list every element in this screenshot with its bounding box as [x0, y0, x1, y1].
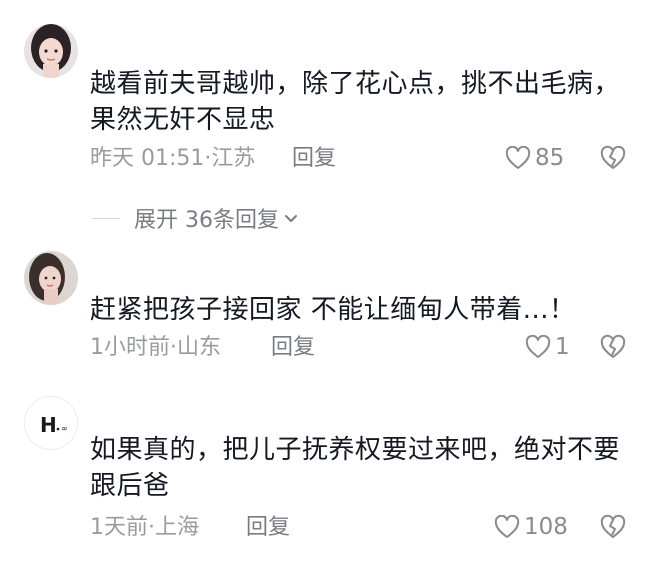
divider: [92, 217, 120, 219]
expand-replies-label: 展开 36条回复: [134, 208, 279, 233]
comment-meta: 1天前·上海: [90, 515, 199, 540]
heart-outline-icon: [494, 515, 520, 538]
dislike-button[interactable]: [600, 145, 626, 171]
heart-outline-icon: [505, 146, 531, 169]
comment-text: 越看前夫哥越帅，除了花心点，挑不出毛病，果然无奸不显忠: [90, 69, 621, 135]
broken-heart-outline-icon: [600, 145, 626, 169]
like-button[interactable]: 108: [494, 513, 568, 541]
avatar[interactable]: [24, 251, 78, 305]
like-button[interactable]: 1: [525, 333, 570, 361]
chevron-down-icon: [285, 215, 297, 222]
like-count: 1: [555, 334, 570, 360]
comment-text: 如果真的，把儿子抚养权要过来吧，绝对不要跟后爸: [90, 435, 621, 501]
broken-heart-outline-icon: [600, 334, 626, 358]
heart-outline-icon: [525, 335, 551, 358]
expand-replies-button[interactable]: 展开 36条回复: [92, 202, 300, 234]
like-count: 108: [524, 514, 568, 540]
like-count: 85: [535, 145, 565, 171]
comment-text: 赶紧把孩子接回家 不能让缅甸人带着...！: [90, 295, 576, 325]
like-button[interactable]: 85: [505, 144, 564, 172]
svg-text:∞: ∞: [61, 424, 68, 433]
dislike-button[interactable]: [600, 514, 626, 540]
avatar[interactable]: [24, 24, 78, 78]
comment-meta: 昨天 01:51·江苏: [90, 146, 256, 171]
svg-text:H: H: [40, 413, 57, 437]
avatar[interactable]: H ∞: [24, 396, 78, 450]
broken-heart-outline-icon: [600, 514, 626, 538]
reply-button[interactable]: 回复: [271, 334, 315, 362]
dislike-button[interactable]: [600, 334, 626, 360]
reply-button[interactable]: 回复: [246, 514, 290, 542]
reply-button[interactable]: 回复: [292, 145, 336, 173]
comment-meta: 1小时前·山东: [90, 335, 221, 360]
